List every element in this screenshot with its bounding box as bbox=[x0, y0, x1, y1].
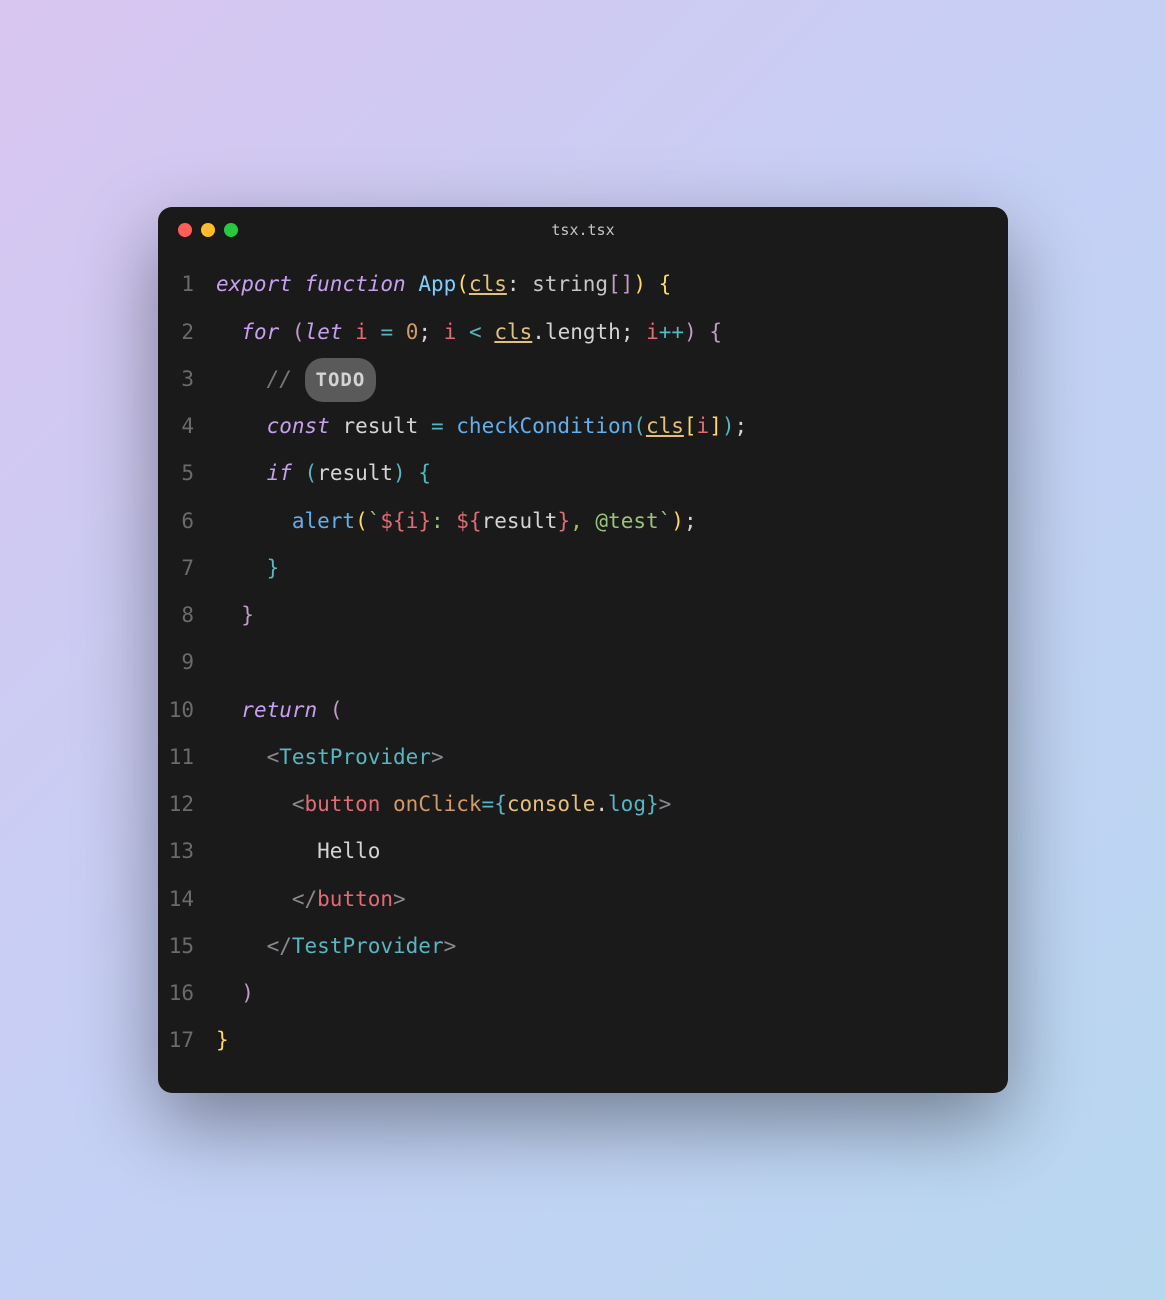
code-line: 7 } bbox=[158, 545, 1008, 592]
line-number: 10 bbox=[158, 687, 216, 734]
code-line: 13 Hello bbox=[158, 828, 1008, 875]
jsx-tag: button bbox=[305, 792, 381, 816]
string-literal: @test bbox=[595, 509, 658, 533]
property: length bbox=[545, 320, 621, 344]
minimize-button[interactable] bbox=[201, 223, 215, 237]
code-line: 14 </button> bbox=[158, 876, 1008, 923]
line-number: 7 bbox=[158, 545, 216, 592]
code-line: 2 for (let i = 0; i < cls.length; i++) { bbox=[158, 309, 1008, 356]
jsx-attribute: onClick bbox=[393, 792, 482, 816]
maximize-button[interactable] bbox=[224, 223, 238, 237]
line-number: 9 bbox=[158, 639, 216, 686]
jsx-text: Hello bbox=[317, 839, 380, 863]
todo-badge: TODO bbox=[305, 358, 377, 403]
titlebar: tsx.tsx bbox=[158, 207, 1008, 247]
parameter: cls bbox=[469, 272, 507, 296]
line-number: 6 bbox=[158, 498, 216, 545]
line-number: 14 bbox=[158, 876, 216, 923]
line-number: 16 bbox=[158, 970, 216, 1017]
line-number: 5 bbox=[158, 450, 216, 497]
string-literal: : bbox=[431, 509, 456, 533]
keyword-let: let bbox=[305, 320, 343, 344]
line-number: 12 bbox=[158, 781, 216, 828]
editor-window: tsx.tsx 1 export function App(cls: strin… bbox=[158, 207, 1008, 1092]
variable: result bbox=[317, 461, 393, 485]
comment: // bbox=[267, 367, 292, 391]
code-line: 15 </TestProvider> bbox=[158, 923, 1008, 970]
code-line: 4 const result = checkCondition(cls[i]); bbox=[158, 403, 1008, 450]
line-number: 15 bbox=[158, 923, 216, 970]
jsx-tag: button bbox=[317, 887, 393, 911]
line-number: 8 bbox=[158, 592, 216, 639]
code-line: 5 if (result) { bbox=[158, 450, 1008, 497]
parameter: cls bbox=[494, 320, 532, 344]
object: console bbox=[507, 792, 596, 816]
variable: i bbox=[406, 509, 419, 533]
function-call: alert bbox=[292, 509, 355, 533]
line-number: 17 bbox=[158, 1017, 216, 1064]
line-number: 3 bbox=[158, 356, 216, 403]
function-call: checkCondition bbox=[456, 414, 633, 438]
code-line: 9 bbox=[158, 639, 1008, 686]
close-button[interactable] bbox=[178, 223, 192, 237]
keyword-if: if bbox=[267, 461, 292, 485]
code-line: 3 // TODO bbox=[158, 356, 1008, 403]
line-number: 11 bbox=[158, 734, 216, 781]
line-number: 2 bbox=[158, 309, 216, 356]
line-number: 1 bbox=[158, 261, 216, 308]
string-literal: , bbox=[570, 509, 595, 533]
variable: i bbox=[355, 320, 368, 344]
code-line: 17 } bbox=[158, 1017, 1008, 1064]
code-line: 16 ) bbox=[158, 970, 1008, 1017]
code-line: 12 <button onClick={console.log}> bbox=[158, 781, 1008, 828]
code-line: 11 <TestProvider> bbox=[158, 734, 1008, 781]
traffic-lights bbox=[178, 223, 238, 237]
variable: result bbox=[482, 509, 558, 533]
code-line: 1 export function App(cls: string[]) { bbox=[158, 261, 1008, 308]
line-number: 4 bbox=[158, 403, 216, 450]
variable: i bbox=[444, 320, 457, 344]
code-line: 6 alert(`${i}: ${result}, @test`); bbox=[158, 498, 1008, 545]
number-literal: 0 bbox=[406, 320, 419, 344]
code-editor[interactable]: 1 export function App(cls: string[]) { 2… bbox=[158, 247, 1008, 1092]
window-title: tsx.tsx bbox=[551, 221, 614, 239]
keyword-export: export bbox=[216, 272, 292, 296]
parameter: cls bbox=[646, 414, 684, 438]
jsx-component: TestProvider bbox=[279, 745, 431, 769]
variable: i bbox=[646, 320, 659, 344]
keyword-const: const bbox=[267, 414, 330, 438]
variable: i bbox=[697, 414, 710, 438]
keyword-function: function bbox=[305, 272, 406, 296]
method: log bbox=[608, 792, 646, 816]
function-name: App bbox=[418, 272, 456, 296]
variable: result bbox=[342, 414, 418, 438]
keyword-return: return bbox=[241, 698, 317, 722]
jsx-component: TestProvider bbox=[292, 934, 444, 958]
line-number: 13 bbox=[158, 828, 216, 875]
keyword-for: for bbox=[241, 320, 279, 344]
code-line: 8 } bbox=[158, 592, 1008, 639]
code-line: 10 return ( bbox=[158, 687, 1008, 734]
type: string bbox=[532, 272, 608, 296]
